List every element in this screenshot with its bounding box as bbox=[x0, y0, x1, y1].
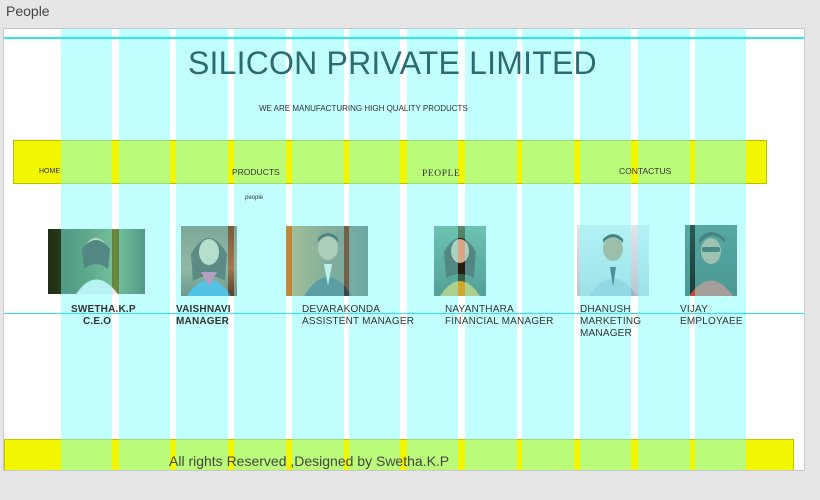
person-avatar-icon bbox=[76, 238, 118, 294]
nav-bar bbox=[13, 140, 767, 184]
person-role: MARKETING bbox=[580, 316, 642, 327]
person-caption-swetha: SWETHA.K.P C.E.O bbox=[71, 304, 136, 328]
person-role-line2: MANAGER bbox=[580, 328, 632, 339]
grid-column-overlay bbox=[522, 29, 574, 470]
person-photo-swetha bbox=[48, 229, 145, 294]
person-avatar-icon bbox=[187, 238, 231, 296]
person-photo-dhanush bbox=[577, 225, 649, 296]
nav-people-link[interactable]: PEOPLE bbox=[422, 169, 460, 179]
person-caption-vijay: VIJAY EMPLOYAEE bbox=[680, 304, 743, 328]
top-guide-line bbox=[4, 37, 804, 39]
person-name: VAISHNAVI bbox=[176, 304, 231, 315]
person-role: C.E.O bbox=[83, 316, 112, 327]
grid-column-overlay bbox=[234, 29, 286, 470]
nav-products-link[interactable]: PRODUCTS bbox=[232, 167, 280, 177]
person-photo-nayanthara bbox=[434, 226, 486, 296]
person-role: EMPLOYAEE bbox=[680, 316, 743, 327]
person-avatar-icon bbox=[304, 233, 352, 296]
person-caption-devarakonda: DEVARAKONDA ASSISTENT MANAGER bbox=[302, 304, 414, 328]
page-canvas: SILICON PRIVATE LIMITED WE ARE MANUFACTU… bbox=[3, 28, 805, 471]
person-avatar-icon bbox=[689, 232, 733, 296]
nav-home-link[interactable]: HOME bbox=[39, 168, 60, 175]
tagline: WE ARE MANUFACTURING HIGH QUALITY PRODUC… bbox=[259, 104, 468, 113]
person-name: NAYANTHARA bbox=[445, 304, 514, 315]
footer-text: All rights Reserved ,Designed by Swetha.… bbox=[169, 453, 450, 469]
company-title: SILICON PRIVATE LIMITED bbox=[188, 45, 597, 81]
nav-contactus-link[interactable]: CONTACTUS bbox=[619, 166, 671, 176]
person-avatar-icon bbox=[440, 238, 480, 296]
person-role: FINANCIAL MANAGER bbox=[445, 316, 554, 327]
person-photo-vaishnavi bbox=[181, 226, 237, 296]
person-role: MANAGER bbox=[176, 316, 230, 327]
person-name: SWETHA.K.P bbox=[71, 304, 136, 315]
window-title: People bbox=[6, 3, 50, 19]
person-caption-vaishnavi: VAISHNAVI MANAGER bbox=[176, 304, 231, 328]
person-name: DEVARAKONDA bbox=[302, 304, 381, 315]
person-name: DHANUSH bbox=[580, 304, 631, 315]
person-caption-dhanush: DHANUSH MARKETING MANAGER bbox=[580, 304, 641, 340]
person-photo-devarakonda bbox=[286, 226, 368, 296]
person-name: VIJAY bbox=[680, 304, 709, 315]
person-photo-vijay bbox=[685, 225, 737, 296]
person-caption-nayanthara: NAYANTHARA FINANCIAL MANAGER bbox=[445, 304, 554, 328]
people-sub-label: people bbox=[245, 195, 264, 201]
person-role: ASSISTENT MANAGER bbox=[302, 316, 415, 327]
person-avatar-icon bbox=[589, 234, 637, 296]
